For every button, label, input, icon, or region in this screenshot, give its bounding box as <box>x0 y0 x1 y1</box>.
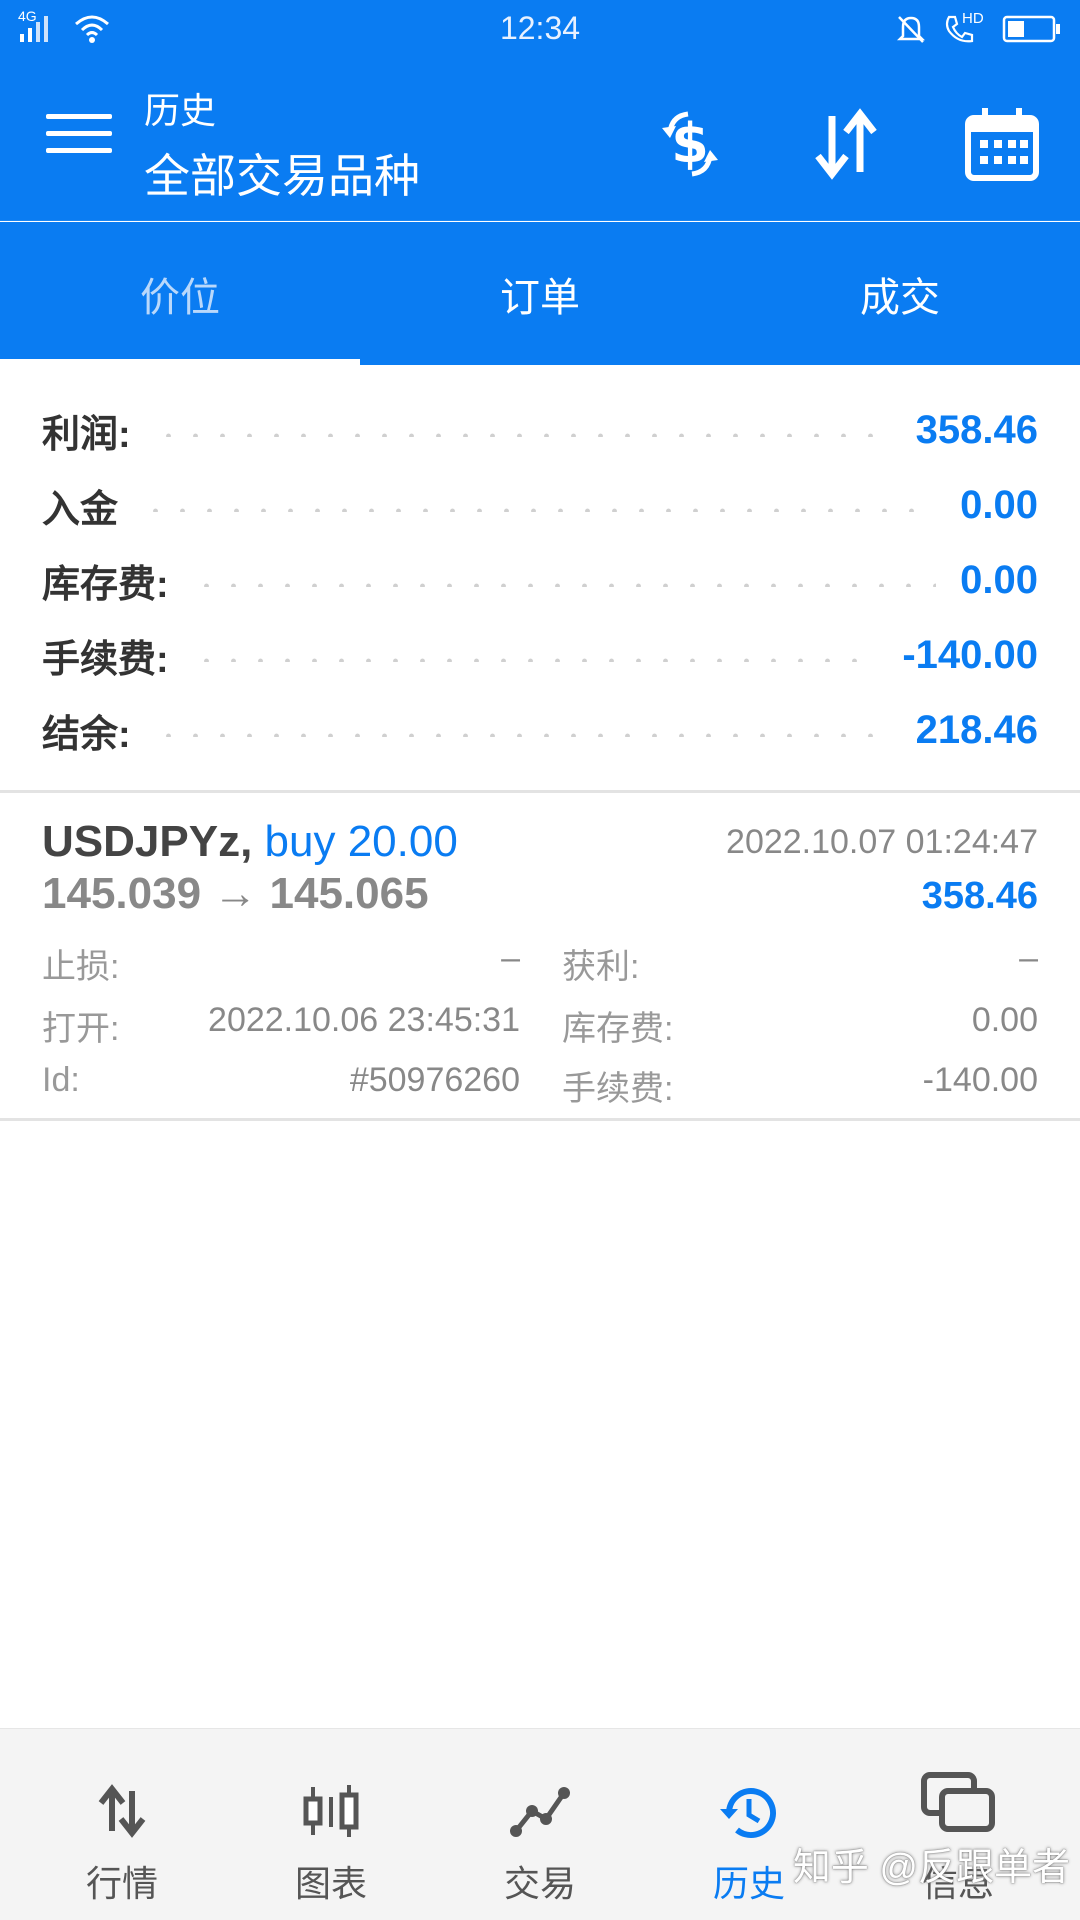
nav-label: 图表 <box>294 1863 367 1904</box>
nav-messages[interactable]: 信息 <box>878 1729 1038 1920</box>
summary-value: 218.46 <box>915 707 1038 752</box>
id-label: Id: <box>42 1061 80 1099</box>
summary-value: 0.00 <box>960 557 1038 602</box>
nav-trade[interactable]: 交易 <box>460 1729 620 1920</box>
quotes-arrows-icon <box>98 1784 146 1838</box>
summary-row-profit: 利润: 358.46 <box>42 400 1038 460</box>
summary-row-commission: 手续费: -140.00 <box>42 625 1038 685</box>
summary-label: 库存费: <box>42 563 169 606</box>
deal-symbol-name: USDJPYz, <box>42 817 253 866</box>
nav-history[interactable]: 历史 <box>669 1729 829 1920</box>
nav-label: 行情 <box>85 1863 158 1904</box>
menu-line <box>46 114 112 119</box>
candlestick-chart-icon <box>303 1785 359 1837</box>
menu-button[interactable] <box>46 114 112 164</box>
watermark: 知乎 @反跟单者 <box>792 1847 1070 1889</box>
deal-close-time: 2022.10.07 01:24:47 <box>726 823 1038 861</box>
status-right: HD <box>894 10 1062 46</box>
swap-value: 0.00 <box>971 1001 1038 1039</box>
dot-leader <box>154 433 892 437</box>
tab-positions[interactable]: 价位 <box>0 222 360 365</box>
summary-row-deposit: 入金 0.00 <box>42 475 1038 535</box>
deal-action: buy 20.00 <box>264 817 458 866</box>
messages-icon <box>921 1772 995 1832</box>
menu-line <box>46 131 112 136</box>
app-bar: 历史 全部交易品种 $ <box>0 56 1080 221</box>
stop-loss-label: 止损: <box>42 948 120 986</box>
menu-line <box>46 148 112 153</box>
battery-icon <box>1002 15 1060 43</box>
bottom-navigation: 行情 图表 交易 历史 信息 <box>0 1728 1080 1920</box>
summary-label: 结余: <box>42 713 131 756</box>
nav-label: 交易 <box>503 1863 576 1904</box>
nav-quotes[interactable]: 行情 <box>42 1729 202 1920</box>
dot-leader <box>192 658 879 662</box>
calendar-icon <box>965 108 1039 181</box>
hd-label: HD <box>962 10 984 27</box>
tab-orders[interactable]: 订单 <box>360 222 720 365</box>
deal-prices: 145.039 → 145.065 <box>42 869 429 918</box>
dot-leader <box>154 733 892 737</box>
tab-deals[interactable]: 成交 <box>720 222 1080 365</box>
id-value: #50976260 <box>349 1061 520 1099</box>
currency-exchange-button[interactable]: $ <box>650 104 730 184</box>
deal-profit: 358.46 <box>921 875 1038 917</box>
commission-value: -140.00 <box>922 1061 1038 1099</box>
open-time-value: 2022.10.06 23:45:31 <box>208 1001 520 1039</box>
summary-label: 手续费: <box>42 638 169 681</box>
dot-leader <box>142 508 937 512</box>
nav-charts[interactable]: 图表 <box>251 1729 411 1920</box>
history-summary: 利润: 358.46 入金 0.00 库存费: 0.00 手续费: -140.0… <box>0 365 1080 793</box>
dot-leader <box>192 583 937 587</box>
hd-call-icon: HD <box>942 10 988 46</box>
summary-value: 358.46 <box>915 407 1038 452</box>
commission-label: 手续费: <box>562 1070 674 1108</box>
swap-label: 库存费: <box>562 1010 674 1048</box>
history-tabs: 价位 订单 成交 <box>0 222 1080 365</box>
sort-icon <box>815 108 877 180</box>
status-bar: 4G 12:34 HD <box>0 0 1080 56</box>
sort-button[interactable] <box>806 104 886 184</box>
calendar-button[interactable] <box>962 104 1042 184</box>
page-title: 历史 <box>144 90 217 131</box>
summary-label: 入金 <box>42 488 119 531</box>
summary-row-balance: 结余: 218.46 <box>42 700 1038 760</box>
alarm-off-icon <box>896 16 926 43</box>
open-time-label: 打开: <box>42 1010 120 1048</box>
deal-symbol: USDJPYz, buy 20.00 <box>42 817 458 867</box>
stop-loss-value: – <box>501 939 520 977</box>
summary-label: 利润: <box>42 413 131 456</box>
take-profit-label: 获利: <box>562 948 640 986</box>
symbol-filter-title[interactable]: 全部交易品种 <box>144 140 420 206</box>
currency-exchange-icon: $ <box>662 111 718 177</box>
summary-row-swap: 库存费: 0.00 <box>42 550 1038 610</box>
history-clock-icon <box>720 1788 776 1839</box>
take-profit-value: – <box>1019 939 1038 977</box>
deal-item[interactable]: USDJPYz, buy 20.00 2022.10.07 01:24:47 1… <box>0 793 1080 1121</box>
trade-line-icon <box>510 1787 570 1837</box>
summary-value: 0.00 <box>960 482 1038 527</box>
summary-value: -140.00 <box>902 632 1038 677</box>
